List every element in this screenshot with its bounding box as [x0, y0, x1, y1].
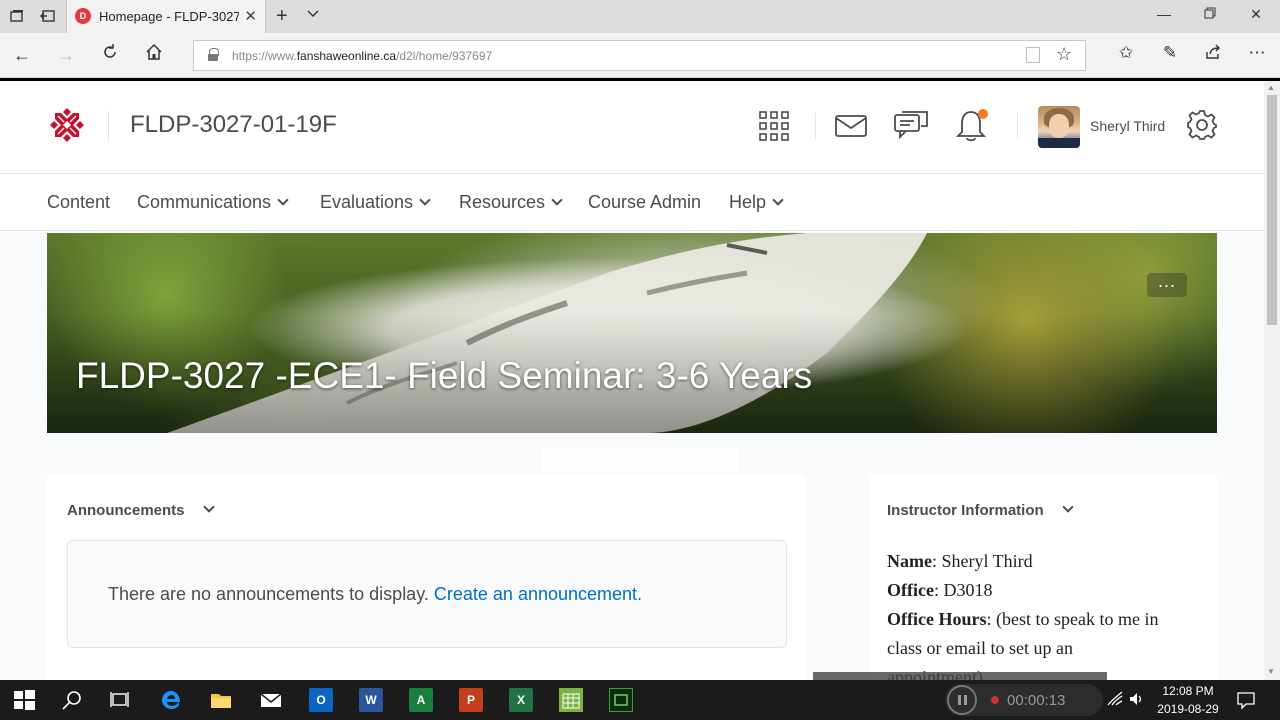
- powerpoint-icon[interactable]: P: [459, 688, 483, 712]
- forward-icon[interactable]: →: [54, 43, 78, 67]
- browser-toolbar: ← → https://www.fanshaweonline.ca/d2l/ho…: [0, 33, 1280, 78]
- header-divider: [108, 111, 109, 141]
- web-note-pen-icon[interactable]: ✎: [1158, 43, 1182, 63]
- recording-timer: 00:00:13: [1007, 692, 1066, 709]
- new-tab-icon[interactable]: +: [276, 5, 288, 28]
- course-banner-image: ... FLDP-3027 -ECE1- Field Seminar: 3-6 …: [47, 233, 1217, 433]
- acrobat-icon[interactable]: A: [409, 688, 433, 712]
- home-icon[interactable]: [142, 43, 166, 67]
- lock-icon: [208, 48, 219, 61]
- tab-list-chevron-icon[interactable]: [307, 7, 319, 22]
- chevron-down-icon[interactable]: [202, 501, 215, 513]
- notifications-bell-icon[interactable]: [955, 108, 990, 149]
- message-alerts-envelope-icon[interactable]: [835, 115, 867, 142]
- recording-controls: 00:00:13: [945, 684, 1103, 716]
- word-icon[interactable]: W: [359, 688, 383, 712]
- recording-indicator-icon: [991, 696, 999, 704]
- banner-edit-hint: [542, 448, 738, 472]
- header-divider: [1017, 113, 1018, 139]
- settings-gear-icon[interactable]: [1186, 109, 1218, 146]
- site-favicon-icon: D: [75, 8, 91, 24]
- clock-date[interactable]: 2019-08-29: [1152, 702, 1224, 716]
- announcements-widget: Announcements There are no announcements…: [47, 474, 805, 680]
- banner-options-button[interactable]: ...: [1147, 272, 1187, 297]
- create-announcement-link[interactable]: Create an announcement.: [434, 584, 642, 604]
- volume-icon[interactable]: [1128, 690, 1146, 708]
- mail-icon[interactable]: [259, 688, 283, 712]
- user-name[interactable]: Sheryl Third: [1090, 118, 1165, 134]
- restore-window-icon[interactable]: [1195, 6, 1225, 22]
- course-code-link[interactable]: FLDP-3027-01-19F: [130, 111, 337, 139]
- refresh-icon[interactable]: [98, 43, 122, 67]
- chevron-down-icon[interactable]: [1062, 501, 1074, 513]
- windows-taskbar: O W A P X 00:00:13 12:08 PM 2019-08-29: [0, 680, 1280, 720]
- course-selector-grid-icon[interactable]: [759, 111, 789, 146]
- course-navbar: Content Communications Evaluations Resou…: [0, 173, 1264, 231]
- instructor-info-title[interactable]: Instructor Information: [887, 501, 1074, 519]
- instructor-info-widget: Instructor Information Name: Sheryl Thir…: [869, 474, 1217, 680]
- more-menu-icon[interactable]: ⋯: [1245, 43, 1269, 63]
- file-explorer-icon[interactable]: [209, 688, 233, 712]
- back-icon[interactable]: ←: [10, 43, 34, 67]
- nav-communications[interactable]: Communications: [137, 192, 289, 213]
- calendar-app-icon[interactable]: [559, 688, 583, 712]
- instructor-office-hours: Office Hours: (best to speak to me in: [887, 609, 1159, 629]
- page-scrollbar[interactable]: ▲ ▼: [1264, 81, 1280, 680]
- header-divider: [815, 113, 816, 139]
- page-viewport: FLDP-3027-01-19F Sheryl Third Content Co…: [0, 81, 1264, 680]
- chevron-down-icon: [772, 194, 784, 206]
- close-window-icon[interactable]: ✕: [1241, 6, 1271, 23]
- pause-recording-icon[interactable]: [947, 685, 977, 715]
- institution-logo[interactable]: [47, 105, 87, 145]
- outlook-icon[interactable]: O: [309, 688, 333, 712]
- reading-view-icon[interactable]: [1026, 47, 1040, 63]
- course-header: FLDP-3027-01-19F Sheryl Third: [0, 81, 1264, 171]
- browser-tab-bar: D Homepage - FLDP-3027 ✕ + — ✕: [0, 0, 1280, 33]
- tab-actions-icon[interactable]: [8, 8, 26, 26]
- search-icon[interactable]: [60, 688, 84, 712]
- tab-title: Homepage - FLDP-3027: [99, 9, 239, 24]
- announcements-title[interactable]: Announcements: [67, 501, 215, 519]
- address-bar[interactable]: https://www.fanshaweonline.ca/d2l/home/9…: [193, 40, 1086, 71]
- nav-content[interactable]: Content: [47, 192, 110, 213]
- instructor-office-hours-cont: class or email to set up an: [887, 638, 1073, 658]
- close-tab-icon[interactable]: ✕: [244, 7, 257, 25]
- url-text: https://www.fanshaweonline.ca/d2l/home/9…: [232, 49, 493, 63]
- instructor-name: Name: Sheryl Third: [887, 551, 1033, 571]
- set-aside-tabs-icon[interactable]: [39, 8, 57, 26]
- windows-start-icon[interactable]: [12, 688, 36, 712]
- chevron-down-icon: [277, 194, 289, 206]
- course-title: FLDP-3027 -ECE1- Field Seminar: 3-6 Year…: [76, 355, 813, 396]
- scrollbar-thumb[interactable]: [1267, 95, 1277, 325]
- action-center-icon[interactable]: [1236, 690, 1256, 710]
- favorites-hub-icon[interactable]: ✩: [1114, 43, 1138, 63]
- announcements-empty-message: There are no announcements to display. C…: [108, 584, 643, 604]
- chevron-down-icon: [419, 194, 431, 206]
- subscription-alerts-chat-icon[interactable]: [894, 111, 928, 146]
- favorite-star-icon[interactable]: ☆: [1056, 44, 1072, 65]
- nav-resources[interactable]: Resources: [459, 192, 563, 213]
- share-icon[interactable]: [1201, 43, 1225, 66]
- task-view-icon[interactable]: [108, 688, 132, 712]
- nav-evaluations[interactable]: Evaluations: [320, 192, 431, 213]
- banner-shade: [47, 233, 1217, 433]
- edge-browser-icon[interactable]: [159, 688, 183, 712]
- chevron-down-icon: [551, 194, 563, 206]
- instructor-office: Office: D3018: [887, 580, 993, 600]
- active-tab[interactable]: D Homepage - FLDP-3027 ✕: [66, 0, 266, 33]
- clock-time[interactable]: 12:08 PM: [1152, 684, 1224, 698]
- announcements-empty-box: There are no announcements to display. C…: [67, 540, 787, 648]
- minimize-window-icon[interactable]: —: [1149, 6, 1179, 22]
- nav-help[interactable]: Help: [729, 192, 784, 213]
- screen-recorder-icon[interactable]: [609, 688, 633, 712]
- nav-course-admin[interactable]: Course Admin: [588, 192, 701, 213]
- excel-icon[interactable]: X: [509, 688, 533, 712]
- wifi-icon[interactable]: [1106, 690, 1124, 708]
- user-avatar[interactable]: [1038, 106, 1080, 148]
